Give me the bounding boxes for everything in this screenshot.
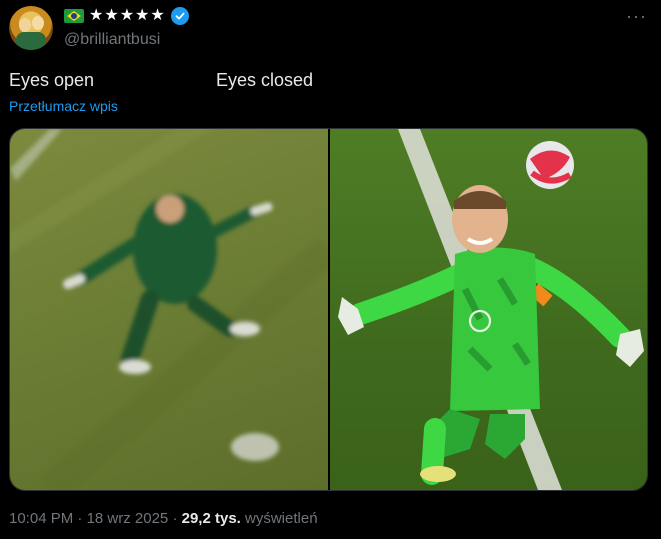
- author-display-name[interactable]: ★★★★★: [89, 6, 166, 26]
- post-text-eyes-closed: Eyes closed: [216, 70, 314, 90]
- meta-separator: ·: [172, 510, 178, 527]
- author-handle[interactable]: @brilliantbusi: [64, 30, 160, 50]
- views-label: wyświetleń: [245, 510, 318, 527]
- post-text-eyes-open: Eyes open: [9, 70, 95, 90]
- views-count[interactable]: 29,2 tys.: [182, 510, 241, 527]
- post-meta: 10:04 PM · 18 wrz 2025 · 29,2 tys. wyświ…: [9, 509, 318, 529]
- author-avatar[interactable]: [9, 6, 53, 50]
- media-image-left[interactable]: [10, 129, 328, 490]
- brazil-flag-icon: [64, 9, 84, 23]
- post-media[interactable]: [9, 128, 648, 491]
- blurry-goalkeeper-photo: [10, 129, 328, 490]
- post-time[interactable]: 10:04 PM: [9, 510, 73, 527]
- author-name-row[interactable]: ★★★★★: [64, 6, 189, 26]
- post-date[interactable]: 18 wrz 2025: [87, 510, 169, 527]
- meta-separator: ·: [77, 510, 83, 527]
- verified-badge-icon[interactable]: [170, 7, 189, 25]
- translate-post-link[interactable]: Przetłumacz wpis: [9, 96, 118, 116]
- media-image-right[interactable]: [330, 129, 647, 490]
- goalkeeper-celebrating-photo: [338, 129, 644, 490]
- more-options-icon[interactable]: ···: [626, 7, 647, 25]
